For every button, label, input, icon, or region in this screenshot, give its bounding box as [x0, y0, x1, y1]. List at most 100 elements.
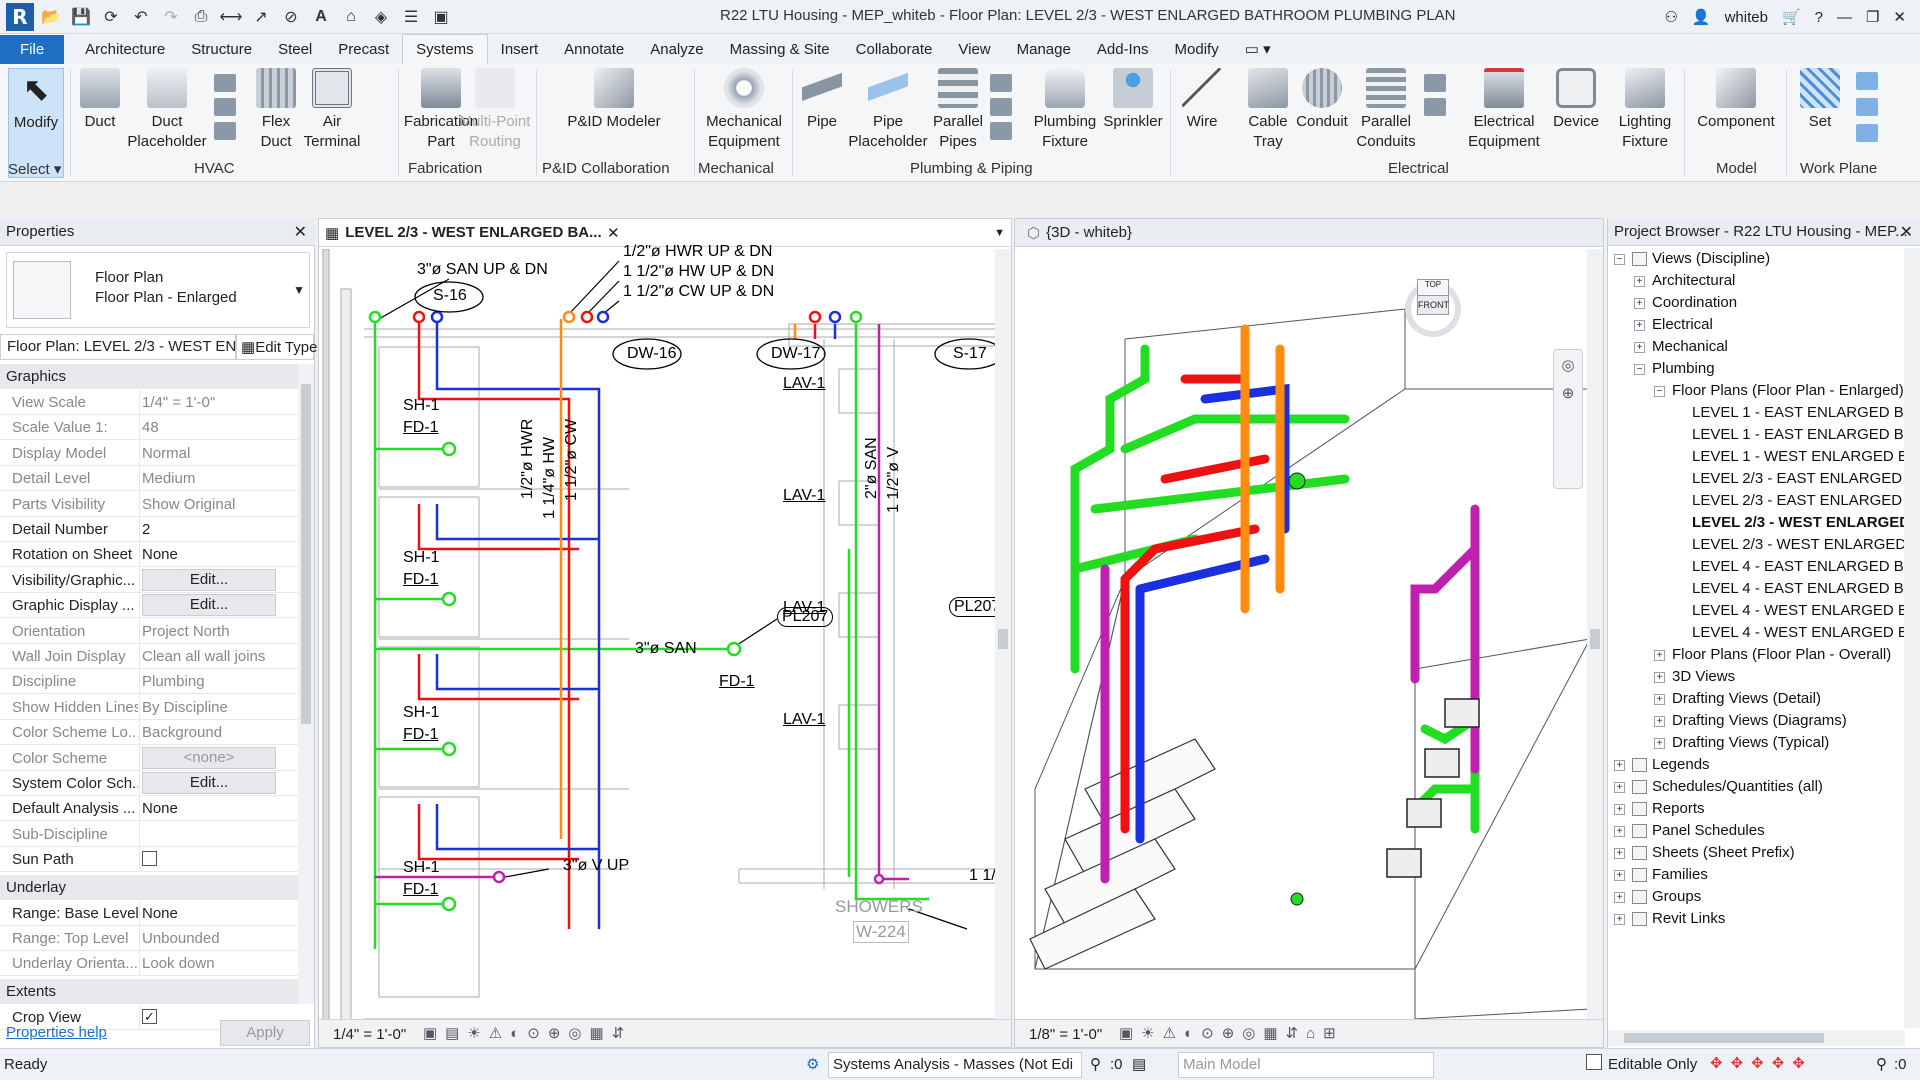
plan-scrollbar-vertical[interactable] [995, 249, 1011, 1019]
properties-help-link[interactable]: Properties help [6, 1024, 107, 1041]
close-properties-icon[interactable]: ✕ [294, 222, 307, 242]
browser-category[interactable]: 3D Views [1672, 668, 1735, 685]
property-row[interactable]: Sun Path [0, 847, 298, 873]
property-row[interactable]: Detail Level Medium [0, 466, 298, 492]
select-panel-label[interactable]: Select ▾ [8, 160, 61, 178]
duct-button[interactable]: Duct [78, 68, 122, 132]
navigation-bar[interactable]: ◎ ⊕ [1553, 349, 1583, 489]
tab-precast[interactable]: Precast [325, 35, 402, 64]
vertical-hwr-label[interactable]: 1/2"ø HWR [519, 419, 537, 499]
tree-expander[interactable]: + [1634, 342, 1645, 353]
browser-view-item[interactable]: LEVEL 4 - EAST ENLARGED BATH [1692, 558, 1920, 575]
open-icon[interactable]: 📂 [38, 5, 64, 29]
browser-views-root[interactable]: Views (Discipline) [1652, 250, 1770, 267]
browser-discipline[interactable]: Plumbing [1652, 360, 1715, 377]
text-icon[interactable]: A [308, 5, 334, 29]
tree-expander[interactable]: + [1614, 892, 1625, 903]
component-button[interactable]: Component [1694, 68, 1778, 132]
chevron-down-icon[interactable]: ▼ [293, 283, 305, 297]
browser-view-item[interactable]: LEVEL 1 - EAST ENLARGED BATH [1692, 426, 1920, 443]
property-row[interactable]: Color Scheme Lo... Background [0, 720, 298, 746]
tab-dropdown-icon[interactable]: ▼ [994, 227, 1005, 239]
property-value[interactable]: Unbounded [142, 930, 292, 947]
tree-expander[interactable]: + [1614, 914, 1625, 925]
vertical-15-v-label[interactable]: 1 1/2"ø V [885, 447, 903, 513]
view-cube[interactable]: TOP FRONT [1385, 273, 1485, 345]
property-row[interactable]: Parts Visibility Show Original [0, 491, 298, 517]
mechanical-equipment-button[interactable]: Mechanical Equipment [704, 68, 784, 152]
section-icon[interactable]: ◈ [368, 5, 394, 29]
property-row[interactable]: Graphic Display ... Edit... [0, 593, 298, 619]
property-value[interactable]: 48 [142, 419, 292, 436]
tree-expander[interactable]: + [1614, 848, 1625, 859]
pipe-accessory-icon[interactable] [990, 98, 1012, 116]
redo-icon[interactable]: ↷ [158, 5, 184, 29]
tree-expander[interactable]: − [1634, 364, 1645, 375]
browser-root-item[interactable]: Families [1652, 866, 1708, 883]
tree-expander[interactable]: + [1634, 320, 1645, 331]
vent-up-label[interactable]: 3"ø V UP [563, 857, 629, 875]
tree-expander[interactable]: + [1654, 716, 1665, 727]
fd1-tag[interactable]: FD-1 [403, 571, 439, 589]
tree-expander[interactable]: + [1654, 694, 1665, 705]
tree-expander[interactable]: + [1654, 672, 1665, 683]
browser-discipline[interactable]: Electrical [1652, 316, 1713, 333]
type-selector[interactable]: Floor Plan Floor Plan - Enlarged ▼ [6, 252, 310, 328]
cable-tray-button[interactable]: Cable Tray [1244, 68, 1292, 152]
floor-plan-view[interactable]: ▦ LEVEL 2/3 - WEST ENLARGED BA... ✕ ▼ 3"… [318, 218, 1012, 1048]
browser-category[interactable]: Drafting Views (Detail) [1672, 690, 1821, 707]
lighting-fixture-button[interactable]: Lighting Fixture [1610, 68, 1680, 152]
parallel-pipes-button[interactable]: Parallel Pipes [930, 68, 986, 152]
property-row[interactable]: System Color Sch... Edit... [0, 771, 298, 796]
view-cube-front[interactable]: FRONT [1417, 295, 1449, 315]
view-control-icons[interactable]: ▣☀⚠◐⊙⊕◎▦⇵⌂⊞ [1119, 1024, 1344, 1042]
tab-file[interactable]: File [0, 35, 65, 64]
save-icon[interactable]: 💾 [68, 5, 94, 29]
tree-expander[interactable]: + [1614, 870, 1625, 881]
property-value[interactable]: 2 [142, 521, 292, 538]
lav1-tag[interactable]: LAV-1 [783, 375, 825, 393]
section-underlay[interactable]: Underlay [0, 874, 298, 900]
tab-add-ins[interactable]: Add-Ins [1084, 35, 1162, 64]
fd1-tag[interactable]: FD-1 [403, 881, 439, 899]
property-edit-button[interactable]: Edit... [142, 568, 276, 591]
property-row[interactable]: Scale Value 1: 48 [0, 415, 298, 441]
lav1-tag[interactable]: LAV-1 [783, 487, 825, 505]
property-value[interactable]: None [142, 800, 292, 817]
multi-point-routing-button[interactable]: Multi-Point Routing [452, 68, 538, 152]
browser-view-item[interactable]: LEVEL 4 - WEST ENLARGED BAT [1692, 602, 1920, 619]
fd1-tag[interactable]: FD-1 [403, 726, 439, 744]
pl207-tag[interactable]: PL207 [777, 607, 834, 627]
design-option-dropdown[interactable]: Main Model [1178, 1052, 1434, 1078]
sh1-tag[interactable]: SH-1 [403, 397, 439, 415]
tab-massing-site[interactable]: Massing & Site [717, 35, 843, 64]
property-value[interactable]: 1/4" = 1'-0" [142, 394, 292, 411]
browser-root-item[interactable]: Legends [1652, 756, 1710, 773]
selection-settings-icons[interactable]: ✥✥✥✥✥ [1710, 1054, 1813, 1072]
browser-root-item[interactable]: Groups [1652, 888, 1701, 905]
fd1-tag[interactable]: FD-1 [719, 673, 755, 691]
section-extents[interactable]: Extents [0, 978, 298, 1004]
browser-root-item[interactable]: Panel Schedules [1652, 822, 1765, 839]
3d-scrollbar-vertical[interactable] [1587, 249, 1603, 1019]
property-row[interactable]: Show Hidden Lines By Discipline [0, 694, 298, 720]
conduit-fitting-icon[interactable] [1424, 74, 1446, 92]
browser-view-item[interactable]: LEVEL 1 - EAST ENLARGED BATH [1692, 404, 1920, 421]
tree-expander[interactable]: + [1614, 826, 1625, 837]
tree-expander[interactable]: + [1614, 804, 1625, 815]
property-value[interactable]: Normal [142, 445, 292, 462]
default-3d-view-icon[interactable]: ⌂ [338, 5, 364, 29]
view-control-icons[interactable]: ▣▤☀⚠◐⊙⊕◎▦⇵ [423, 1024, 632, 1042]
workset-dropdown[interactable]: Systems Analysis - Masses (Not Edi [828, 1052, 1082, 1078]
property-row[interactable]: Range: Base Level None [0, 900, 298, 926]
cart-icon[interactable]: 🛒 [1782, 8, 1801, 26]
property-value[interactable]: Medium [142, 470, 292, 487]
tree-expander[interactable]: + [1634, 298, 1645, 309]
hw-label[interactable]: 1 1/2"ø HW UP & DN [623, 263, 774, 281]
user-name[interactable]: whiteb [1725, 9, 1768, 26]
property-row[interactable]: Visibility/Graphic... Edit... [0, 567, 298, 593]
browser-view-item[interactable]: LEVEL 2/3 - WEST ENLARGED [1692, 514, 1910, 531]
property-edit-button[interactable]: Edit... [142, 772, 276, 794]
tab-manage[interactable]: Manage [1004, 35, 1084, 64]
tab-structure[interactable]: Structure [178, 35, 265, 64]
